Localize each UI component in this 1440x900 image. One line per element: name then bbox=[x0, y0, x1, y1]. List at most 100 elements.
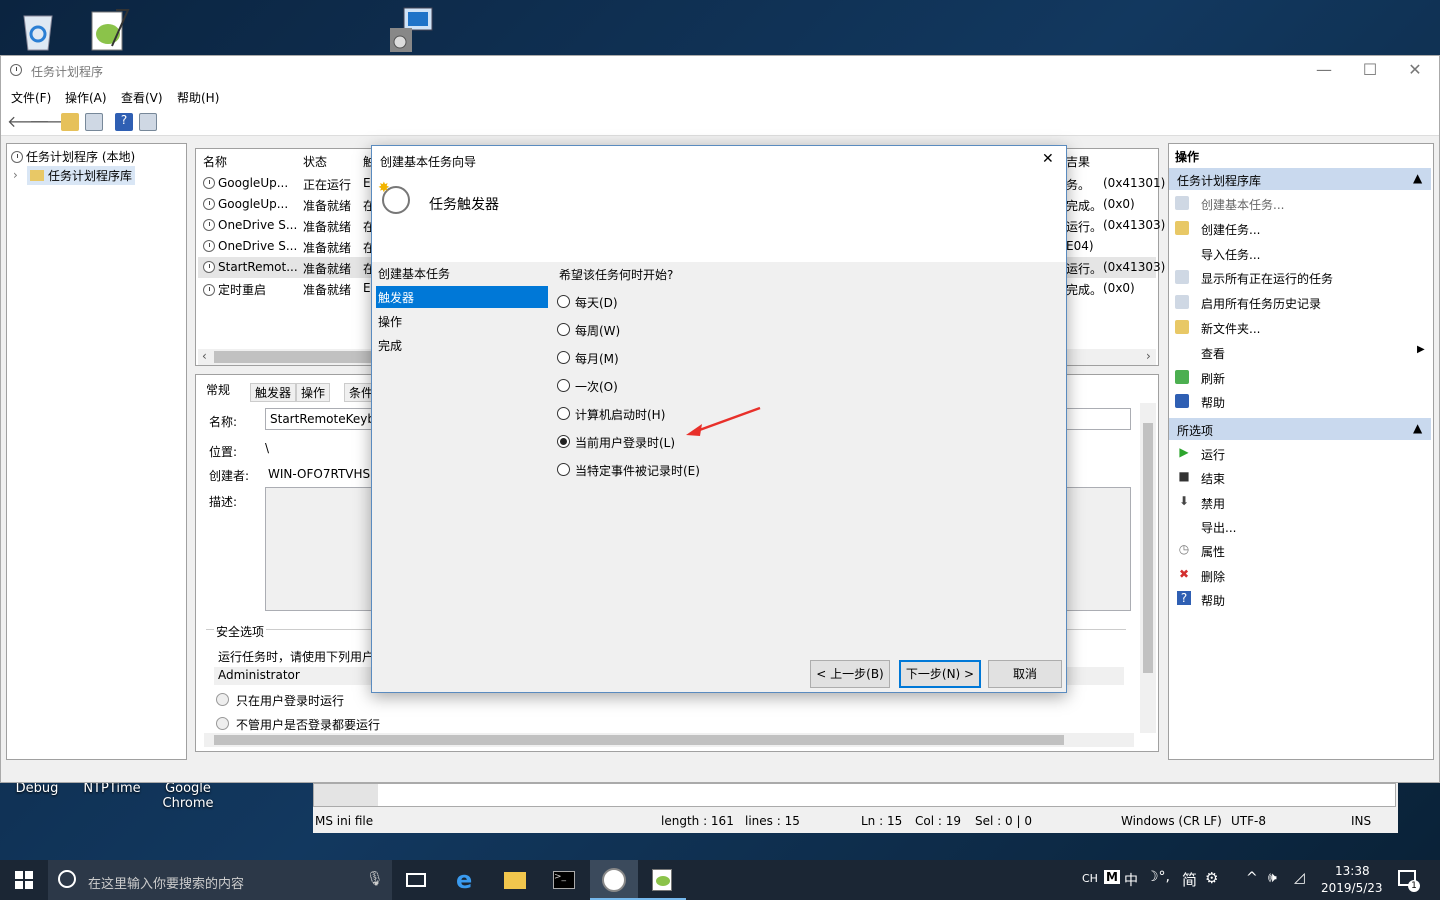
trigger-radio[interactable] bbox=[557, 379, 570, 392]
lang-indicator[interactable]: CH bbox=[1082, 872, 1098, 885]
task-scheduler-taskbar-icon[interactable] bbox=[590, 860, 638, 900]
action-item[interactable]: ◷ 属性 bbox=[1169, 539, 1431, 563]
collapse-icon[interactable]: ▲ bbox=[1413, 171, 1422, 185]
tree-library[interactable]: 任务计划程序库 bbox=[27, 166, 136, 185]
microphone-icon[interactable]: 🎙 bbox=[366, 871, 384, 887]
desktop-label-ntptime[interactable]: NTPTime bbox=[82, 781, 142, 796]
action-item[interactable]: 新文件夹... bbox=[1169, 316, 1431, 340]
wizard-step[interactable]: 操作 bbox=[378, 310, 550, 332]
trigger-option-label[interactable]: 每周(W) bbox=[575, 322, 620, 339]
action-item[interactable]: ▶ 运行 bbox=[1169, 442, 1431, 466]
desktop-label-debug[interactable]: Debug bbox=[12, 781, 62, 796]
scroll-left-icon[interactable]: ‹ bbox=[202, 349, 207, 363]
task-view-icon[interactable] bbox=[392, 860, 440, 900]
help-icon[interactable]: ? bbox=[115, 113, 133, 131]
file-explorer-icon[interactable] bbox=[491, 860, 539, 900]
detail-vscroll-thumb[interactable] bbox=[1143, 423, 1153, 673]
trigger-radio[interactable] bbox=[557, 323, 570, 336]
trigger-radio[interactable] bbox=[557, 351, 570, 364]
clock-date[interactable]: 2019/5/23 bbox=[1321, 881, 1383, 895]
col-status[interactable]: 状态 bbox=[303, 153, 327, 170]
action-item[interactable]: 导入任务... bbox=[1169, 242, 1431, 266]
volume-icon[interactable]: 🕪 bbox=[1268, 870, 1277, 886]
menu-action[interactable]: 操作(A) bbox=[65, 89, 107, 106]
trigger-radio[interactable] bbox=[557, 463, 570, 476]
wizard-step[interactable]: 完成 bbox=[378, 334, 550, 356]
section-selected[interactable]: 所选项 ▲ bbox=[1169, 418, 1431, 440]
console-tree-icon[interactable] bbox=[139, 113, 157, 131]
trigger-radio[interactable] bbox=[557, 435, 570, 448]
menu-help[interactable]: 帮助(H) bbox=[177, 89, 219, 106]
action-item[interactable]: 帮助 bbox=[1169, 390, 1431, 414]
trigger-option-label[interactable]: 一次(O) bbox=[575, 378, 618, 395]
action-item[interactable]: ■ 结束 bbox=[1169, 466, 1431, 490]
start-button[interactable] bbox=[0, 860, 48, 900]
action-item[interactable]: 刷新 bbox=[1169, 366, 1431, 390]
tree-root[interactable]: 任务计划程序 (本地) bbox=[11, 148, 135, 165]
col-name[interactable]: 名称 bbox=[203, 153, 227, 170]
col-result[interactable]: 吉果 bbox=[1066, 153, 1090, 170]
wizard-step[interactable]: 触发器 bbox=[376, 286, 548, 308]
dialog-title-bar[interactable]: 创建基本任务向导 ✕ bbox=[372, 146, 1066, 174]
scroll-right-icon[interactable]: › bbox=[1146, 349, 1151, 363]
action-item[interactable]: 显示所有正在运行的任务 bbox=[1169, 266, 1431, 290]
dialog-close-button[interactable]: ✕ bbox=[1042, 151, 1054, 167]
tab-actions[interactable]: 操作 bbox=[296, 383, 331, 402]
trigger-radio[interactable] bbox=[557, 295, 570, 308]
show-hide-console-icon[interactable] bbox=[85, 113, 103, 131]
close-button[interactable]: ✕ bbox=[1392, 60, 1438, 82]
clock-time[interactable]: 13:38 bbox=[1335, 864, 1370, 878]
section-library[interactable]: 任务计划程序库 ▲ bbox=[1169, 168, 1431, 190]
up-folder-icon[interactable] bbox=[61, 113, 79, 131]
maximize-button[interactable]: ☐ bbox=[1347, 60, 1393, 82]
action-item[interactable]: 启用所有任务历史记录 bbox=[1169, 291, 1431, 315]
ime-simplified[interactable]: 简 bbox=[1182, 869, 1197, 890]
cmd-icon[interactable]: >_ bbox=[540, 860, 588, 900]
action-item[interactable]: ⬇ 禁用 bbox=[1169, 491, 1431, 515]
title-bar[interactable]: 任务计划程序 — ☐ ✕ bbox=[1, 56, 1439, 84]
run-whether-logged-radio[interactable] bbox=[216, 717, 229, 730]
ime-mode-icon[interactable]: M bbox=[1104, 870, 1120, 884]
action-item[interactable]: 创建任务... bbox=[1169, 217, 1431, 241]
action-item[interactable]: ? 帮助 bbox=[1169, 588, 1431, 612]
network-setup-icon[interactable] bbox=[388, 6, 436, 54]
trigger-option-label[interactable]: 当特定事件被记录时(E) bbox=[575, 462, 700, 479]
minimize-button[interactable]: — bbox=[1301, 60, 1347, 82]
action-item[interactable]: 创建基本任务... bbox=[1169, 192, 1431, 216]
action-item[interactable]: 查看 ▶ bbox=[1169, 341, 1431, 365]
edge-icon[interactable]: e bbox=[442, 860, 490, 900]
show-hidden-icons[interactable]: ^ bbox=[1246, 870, 1258, 886]
network-icon[interactable]: ◿ bbox=[1294, 870, 1305, 886]
back-button[interactable]: < 上一步(B) bbox=[810, 660, 890, 688]
menu-view[interactable]: 查看(V) bbox=[121, 89, 163, 106]
ime-settings-icon[interactable]: ⚙ bbox=[1205, 869, 1218, 887]
run-logged-on-radio[interactable] bbox=[216, 693, 229, 706]
trigger-option-label[interactable]: 计算机启动时(H) bbox=[575, 406, 665, 423]
wizard-step[interactable]: 创建基本任务 bbox=[378, 262, 550, 284]
trigger-radio[interactable] bbox=[557, 407, 570, 420]
tree-expander-icon[interactable]: › bbox=[13, 168, 18, 182]
detail-vscrollbar[interactable] bbox=[1140, 403, 1156, 733]
action-item[interactable]: 导出... bbox=[1169, 515, 1431, 539]
tab-triggers[interactable]: 触发器 bbox=[250, 383, 297, 402]
ime-chinese[interactable]: 中 bbox=[1124, 870, 1138, 890]
editor-area[interactable] bbox=[313, 783, 1396, 807]
action-item[interactable]: ✖ 删除 bbox=[1169, 564, 1431, 588]
trigger-option-label[interactable]: 每月(M) bbox=[575, 350, 619, 367]
detail-hscroll-thumb[interactable] bbox=[214, 735, 1064, 745]
search-box[interactable]: 在这里输入你要搜索的内容 🎙 bbox=[48, 860, 392, 900]
next-button[interactable]: 下一步(N) > bbox=[899, 660, 981, 688]
trigger-option-label[interactable]: 当前用户登录时(L) bbox=[575, 434, 675, 451]
scroll-thumb[interactable] bbox=[214, 351, 374, 363]
detail-hscrollbar[interactable] bbox=[204, 733, 1134, 747]
recycle-bin-icon[interactable] bbox=[14, 6, 62, 54]
notepad-plus-taskbar-icon[interactable] bbox=[638, 860, 686, 900]
desktop-label-chrome[interactable]: Google Chrome bbox=[158, 781, 218, 811]
collapse-icon-2[interactable]: ▲ bbox=[1413, 421, 1422, 435]
tab-general[interactable]: 常规 bbox=[202, 381, 235, 398]
cancel-button[interactable]: 取消 bbox=[988, 660, 1062, 688]
notepad-plus-icon[interactable] bbox=[86, 6, 134, 54]
menu-file[interactable]: 文件(F) bbox=[11, 89, 51, 106]
ime-punct-icon[interactable]: ☽°, bbox=[1146, 869, 1170, 885]
trigger-option-label[interactable]: 每天(D) bbox=[575, 294, 618, 311]
